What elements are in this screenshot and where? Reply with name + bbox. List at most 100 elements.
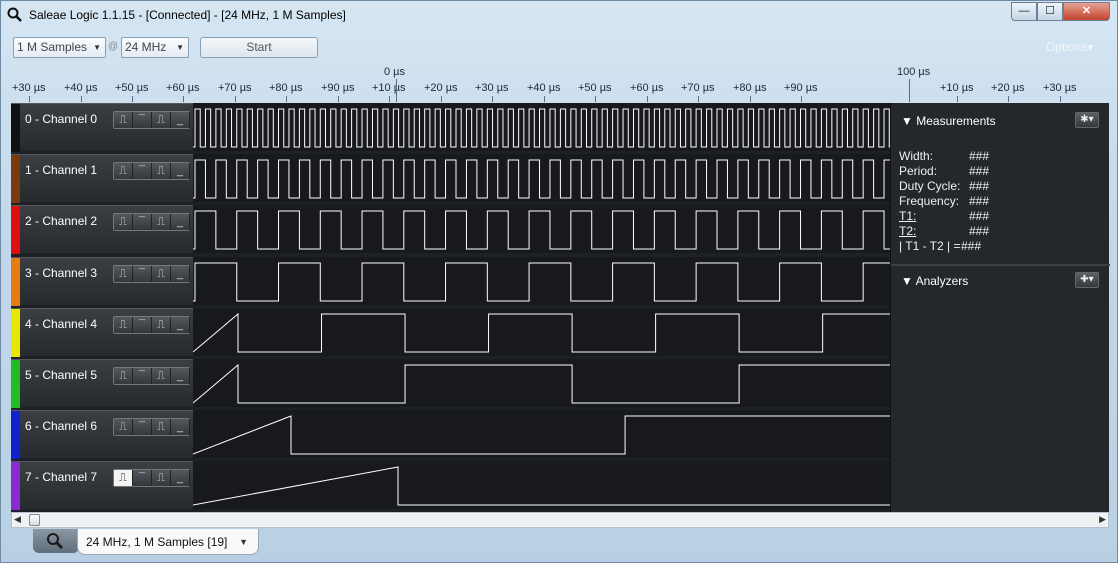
rising-edge-trigger-icon[interactable]: ⎍: [114, 266, 133, 282]
ruler-tick: [235, 96, 236, 102]
falling-edge-trigger-icon[interactable]: ⎍: [152, 214, 171, 230]
channel-color-bar: [11, 104, 20, 152]
low-trigger-icon[interactable]: _: [171, 368, 190, 384]
ruler-tick: [544, 96, 545, 102]
ruler-tick: [647, 96, 648, 102]
gear-icon[interactable]: ✱▾: [1075, 112, 1099, 128]
channel-label: 1 - Channel 1: [25, 163, 98, 177]
time-ruler[interactable]: +30 µs +40 µs +50 µs +60 µs +70 µs +80 µs +90 …: [11, 63, 1109, 103]
session-tab[interactable]: 24 MHz, 1 M Samples [19] ▼: [77, 529, 259, 555]
ruler-tick-label: +20 µs: [991, 82, 1025, 94]
channel-header[interactable]: 2 - Channel 2 ⎍ ¯ ⎍ _: [11, 205, 193, 254]
analyzers-header[interactable]: ▼ Analyzers: [901, 274, 968, 288]
channel-header[interactable]: 3 - Channel 3 ⎍ ¯ ⎍ _: [11, 257, 193, 306]
trigger-buttons: ⎍ ¯ ⎍ _: [113, 418, 190, 436]
measurement-label: Width:: [899, 149, 934, 163]
title-bar: Saleae Logic 1.1.15 - [Connected] - [24 …: [1, 1, 1118, 31]
minimize-button[interactable]: —: [1011, 2, 1037, 21]
falling-edge-trigger-icon[interactable]: ⎍: [152, 112, 171, 128]
channel-header[interactable]: 4 - Channel 4 ⎍ ¯ ⎍ _: [11, 308, 193, 357]
measurements-title: Measurements: [916, 114, 996, 128]
measurement-value: ###: [961, 239, 982, 253]
high-trigger-icon[interactable]: ¯: [133, 317, 152, 333]
ruler-tick: [801, 96, 802, 102]
channel-label: 2 - Channel 2: [25, 214, 98, 228]
collapse-triangle-icon: ▼: [901, 274, 913, 288]
measurement-row: Period: ###: [899, 164, 989, 178]
rising-edge-trigger-icon[interactable]: ⎍: [114, 214, 133, 230]
low-trigger-icon[interactable]: _: [171, 419, 190, 435]
ruler-tick: [492, 96, 493, 102]
measurement-label[interactable]: T2:: [899, 224, 916, 238]
high-trigger-icon[interactable]: ¯: [133, 470, 152, 486]
high-trigger-icon[interactable]: ¯: [133, 266, 152, 282]
falling-edge-trigger-icon[interactable]: ⎍: [152, 266, 171, 282]
rising-edge-trigger-icon[interactable]: ⎍: [114, 112, 133, 128]
scroll-right-icon[interactable]: ▶: [1099, 514, 1106, 525]
ruler-tick: [81, 96, 82, 102]
measurement-label[interactable]: T1:: [899, 209, 916, 223]
channel-waveform: [193, 262, 890, 302]
measurement-value: ###: [969, 179, 990, 193]
sample-rate-dropdown[interactable]: 24 MHz ▼: [121, 37, 189, 58]
rising-edge-trigger-icon[interactable]: ⎍: [114, 470, 133, 486]
measurement-label: Period:: [899, 164, 938, 178]
sample-rate-value: 24 MHz: [125, 40, 167, 54]
analyzers-title: Analyzers: [915, 274, 969, 288]
measurements-header[interactable]: ▼ Measurements: [901, 114, 996, 128]
rising-edge-trigger-icon[interactable]: ⎍: [114, 419, 133, 435]
high-trigger-icon[interactable]: ¯: [133, 419, 152, 435]
channel-label: 5 - Channel 5: [25, 368, 98, 382]
falling-edge-trigger-icon[interactable]: ⎍: [152, 317, 171, 333]
high-trigger-icon[interactable]: ¯: [133, 214, 152, 230]
waveform-canvas[interactable]: [193, 103, 890, 512]
channel-header[interactable]: 5 - Channel 5 ⎍ ¯ ⎍ _: [11, 359, 193, 408]
horizontal-scrollbar[interactable]: ◀ ▶: [11, 512, 1109, 528]
low-trigger-icon[interactable]: _: [171, 214, 190, 230]
low-trigger-icon[interactable]: _: [171, 470, 190, 486]
add-analyzer-button[interactable]: ✚▾: [1075, 272, 1099, 288]
ruler-tick-label: +90 µs: [784, 82, 818, 94]
channel-header[interactable]: 6 - Channel 6 ⎍ ¯ ⎍ _: [11, 410, 193, 459]
scroll-left-icon[interactable]: ◀: [14, 514, 21, 525]
channel-header[interactable]: 7 - Channel 7 ⎍ ¯ ⎍ _: [11, 461, 193, 510]
start-button[interactable]: Start: [200, 37, 318, 58]
high-trigger-icon[interactable]: ¯: [133, 112, 152, 128]
ruler-tick-label: +70 µs: [218, 82, 252, 94]
collapse-triangle-icon: ▼: [901, 114, 913, 128]
low-trigger-icon[interactable]: _: [171, 112, 190, 128]
ruler-tick-label: +70 µs: [681, 82, 715, 94]
maximize-button[interactable]: ☐: [1037, 2, 1063, 21]
channel-header[interactable]: 0 - Channel 0 ⎍ ¯ ⎍ _: [11, 103, 193, 152]
falling-edge-trigger-icon[interactable]: ⎍: [152, 470, 171, 486]
rising-edge-trigger-icon[interactable]: ⎍: [114, 163, 133, 179]
high-trigger-icon[interactable]: ¯: [133, 163, 152, 179]
ruler-tick-label: +40 µs: [64, 82, 98, 94]
high-trigger-icon[interactable]: ¯: [133, 368, 152, 384]
side-panel: ▼ Measurements ✱▾ Width: ### Period: ### Dut…: [890, 103, 1110, 512]
sample-count-dropdown[interactable]: 1 M Samples ▼: [13, 37, 106, 58]
window-title: Saleae Logic 1.1.15 - [Connected] - [24 …: [29, 8, 346, 22]
channel-color-bar: [11, 258, 20, 306]
ruler-tick-label: +50 µs: [578, 82, 612, 94]
options-button[interactable]: Options▾: [1046, 40, 1093, 54]
trigger-buttons: ⎍ ¯ ⎍ _: [113, 111, 190, 129]
ruler-tick-label: +10 µs: [372, 82, 406, 94]
falling-edge-trigger-icon[interactable]: ⎍: [152, 368, 171, 384]
rising-edge-trigger-icon[interactable]: ⎍: [114, 317, 133, 333]
close-button[interactable]: ✕: [1063, 2, 1110, 21]
scrollbar-thumb[interactable]: [29, 514, 40, 526]
trigger-buttons: ⎍ ¯ ⎍ _: [113, 162, 190, 180]
low-trigger-icon[interactable]: _: [171, 266, 190, 282]
channel-header[interactable]: 1 - Channel 1 ⎍ ¯ ⎍ _: [11, 154, 193, 203]
measurement-label: | T1 - T2 | =: [899, 239, 961, 253]
ruler-tick: [132, 96, 133, 102]
ruler-tick-label: +90 µs: [321, 82, 355, 94]
low-trigger-icon[interactable]: _: [171, 163, 190, 179]
rising-edge-trigger-icon[interactable]: ⎍: [114, 368, 133, 384]
search-tab[interactable]: [33, 529, 79, 553]
falling-edge-trigger-icon[interactable]: ⎍: [152, 419, 171, 435]
falling-edge-trigger-icon[interactable]: ⎍: [152, 163, 171, 179]
ruler-tick: [957, 96, 958, 102]
low-trigger-icon[interactable]: _: [171, 317, 190, 333]
